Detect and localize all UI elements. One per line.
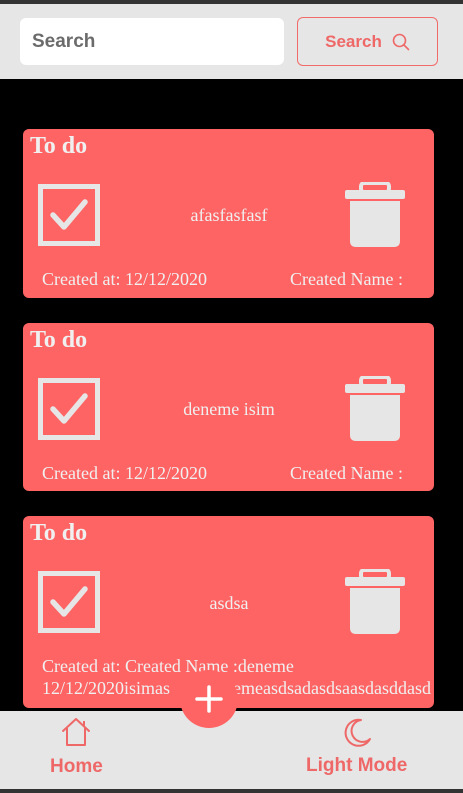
plus-icon [195,685,223,713]
trash-icon[interactable] [344,569,406,635]
created-at: Created at: 12/12/2020 [42,463,207,483]
trash-icon[interactable] [344,182,406,248]
todo-text: deneme isim [183,399,275,419]
created-at: Created at: 12/12/2020 [42,269,207,289]
search-button-label: Search [325,31,382,51]
nav-theme-label: Light Mode [306,755,408,776]
nav-theme-toggle[interactable]: Light Mode [306,717,407,777]
nav-home-label: Home [50,756,103,777]
search-header: Search [0,4,463,79]
moon-icon [344,718,371,747]
search-button[interactable]: Search [297,17,438,66]
card-title: To do [30,520,88,546]
nav-home[interactable]: Home [50,717,103,778]
checkbox-checked-icon[interactable] [38,571,100,633]
checkbox-checked-icon[interactable] [38,184,100,246]
created-name: Created Name : [290,269,403,289]
todo-text: asdsa [209,593,249,613]
created-meta-line: Created at: Created Name :deneme [42,656,294,676]
card-title: To do [30,327,88,353]
card-title: To do [30,133,88,159]
trash-icon[interactable] [344,376,406,442]
created-name: Created Name : [290,463,403,483]
todo-text: afasfasfasf [190,205,268,225]
add-todo-button[interactable] [180,670,238,728]
search-icon [392,33,410,50]
home-icon [62,718,91,746]
bottom-navigation: Home Light Mode [0,711,463,789]
created-meta-line: 12/12/2020isimas enemeasdsadasdsaasdasdda… [42,678,434,699]
search-input[interactable] [20,18,284,65]
created-name-fragment: enemeasdsadasdsaasdasddasd [216,678,431,698]
bottom-edge [0,789,463,793]
checkbox-checked-icon[interactable] [38,378,100,440]
created-date-fragment: 12/12/2020isimas [42,678,171,698]
todo-card: To do afasfasfasf Created at: 12/12/2020… [23,129,434,298]
todo-card: To do deneme isim Created at: 12/12/2020… [23,323,434,491]
